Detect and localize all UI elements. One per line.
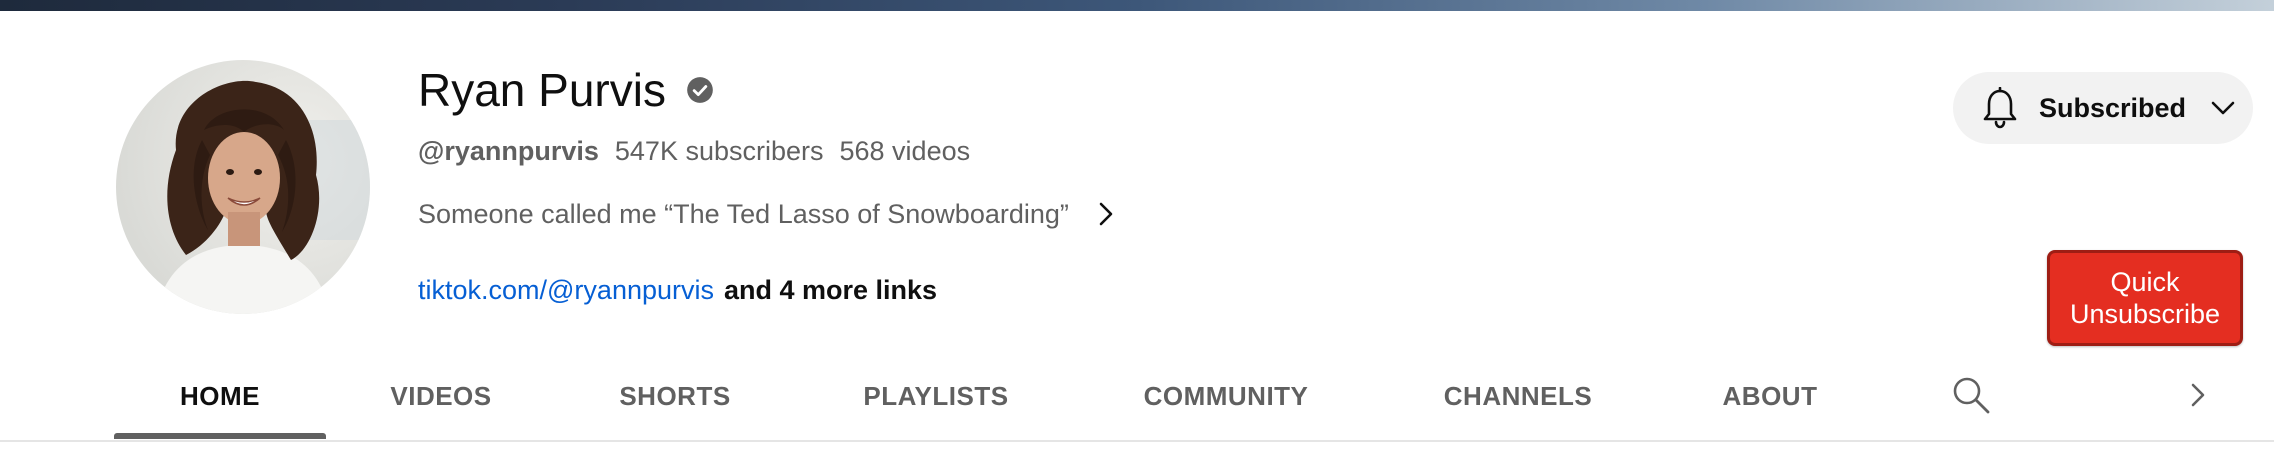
external-link[interactable]: tiktok.com/@ryannpurvis [418,275,714,306]
tab-channels[interactable]: CHANNELS [1420,350,1616,442]
channel-name-row: Ryan Purvis [418,62,714,118]
tab-home[interactable]: HOME [114,350,326,442]
channel-title: Ryan Purvis [418,64,666,116]
channel-header: Ryan Purvis @ryannpurvis 547K subscriber… [0,0,2274,472]
bell-icon [1981,86,2019,129]
tab-shorts[interactable]: SHORTS [600,350,750,442]
chevron-right-icon[interactable] [2186,380,2210,410]
tab-community[interactable]: COMMUNITY [1124,350,1328,442]
quick-unsubscribe-line1: Quick [2110,267,2180,297]
subscriber-count: 547K subscribers [614,135,824,166]
subscribed-button[interactable]: Subscribed [1953,72,2253,144]
channel-meta: @ryannpurvis 547K subscribers 568 videos [418,134,970,168]
channel-banner [0,0,2274,11]
active-tab-indicator [114,433,326,439]
channel-avatar[interactable] [116,60,370,314]
tabs-divider [0,440,2274,442]
subscribed-label: Subscribed [2039,92,2187,123]
video-count: 568 videos [839,135,971,166]
description-text: Someone called me “The Ted Lasso of Snow… [418,198,1069,229]
tab-playlists[interactable]: PLAYLISTS [848,350,1024,442]
tab-about[interactable]: ABOUT [1710,350,1830,442]
quick-unsubscribe-line2: Unsubscribe [2069,299,2221,329]
channel-description[interactable]: Someone called me “The Ted Lasso of Snow… [418,196,1117,232]
channel-handle: @ryannpurvis [418,135,599,166]
quick-unsubscribe-button[interactable]: Quick Unsubscribe [2047,250,2243,346]
search-icon[interactable] [1950,374,1992,416]
chevron-right-icon [1095,200,1117,228]
channel-links: tiktok.com/@ryannpurvis and 4 more links [418,272,937,308]
tab-videos[interactable]: VIDEOS [370,350,512,442]
channel-tabs: HOME VIDEOS SHORTS PLAYLISTS COMMUNITY C… [0,350,2274,442]
chevron-down-icon [2210,99,2236,117]
more-links-button[interactable]: and 4 more links [724,275,937,306]
verified-check-icon [686,76,714,104]
